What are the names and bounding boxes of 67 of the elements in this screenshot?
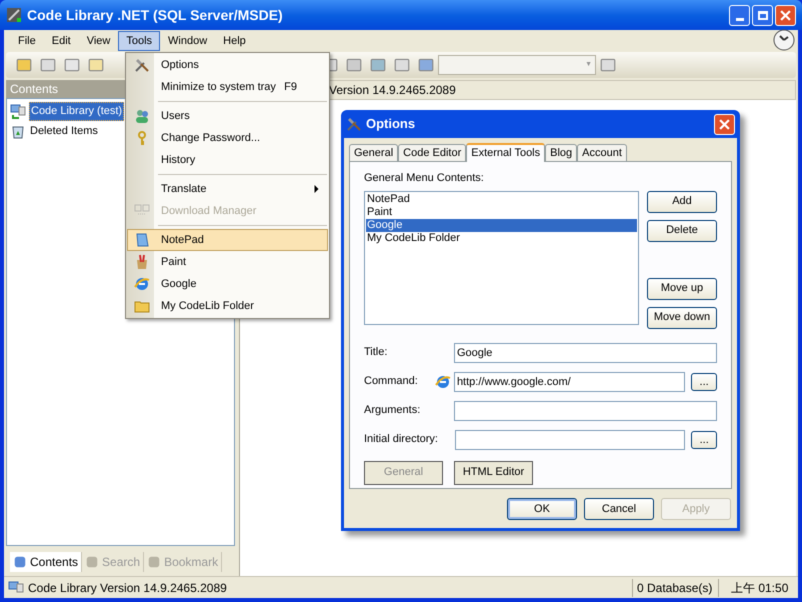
menu-item[interactable]: Edit	[44, 31, 79, 51]
submenu-arrow-icon	[314, 185, 319, 193]
close-icon	[780, 10, 791, 20]
tab-icon	[147, 555, 162, 569]
text-field[interactable]	[454, 400, 717, 420]
list-label: General Menu Contents:	[364, 171, 485, 186]
close-button[interactable]	[775, 4, 796, 26]
list-action-button[interactable]: Move down	[647, 306, 717, 328]
list-action-button[interactable]: Delete	[647, 220, 717, 242]
menu-item[interactable]: Window	[160, 31, 216, 51]
menu-item[interactable]: View	[78, 31, 118, 51]
browse-button[interactable]: ...	[691, 430, 718, 448]
field-label: Initial directory:	[364, 433, 438, 446]
dialog-tab[interactable]: Code Editor	[398, 144, 466, 161]
menu-item[interactable]: Tools	[118, 31, 160, 51]
editor-button[interactable]: HTML Editor	[454, 460, 533, 484]
paint-icon	[134, 254, 150, 270]
menu-entry[interactable]: My CodeLib Folder	[127, 295, 328, 317]
text-field[interactable]: Google	[454, 342, 717, 362]
dialog-title: Options	[366, 115, 416, 134]
menu-entry[interactable]: Options	[127, 54, 328, 76]
tree-item[interactable]: Code Library (test)	[29, 102, 124, 120]
browser-icon	[434, 374, 451, 390]
menu-entry[interactable]: Users	[127, 105, 328, 127]
status-time: 上午 01:50	[731, 580, 788, 594]
tab-icon	[85, 555, 100, 569]
notepad-icon	[134, 232, 150, 248]
menu-entry[interactable]: Paint	[127, 251, 328, 273]
browser-icon	[134, 276, 150, 292]
browse-button[interactable]: ...	[691, 372, 717, 390]
panel-tab[interactable]: Contents	[10, 552, 82, 572]
dialog-tab[interactable]: External Tools	[466, 143, 546, 162]
users-icon	[134, 108, 150, 124]
menu-entry[interactable]: Google	[127, 273, 328, 295]
menu-entry[interactable]: Change Password...	[127, 127, 328, 149]
text-field[interactable]: http://www.google.com/	[454, 372, 686, 392]
list-action-button[interactable]: Add	[647, 190, 717, 212]
field-label: Arguments:	[364, 404, 420, 416]
menu-item[interactable]: File	[10, 31, 44, 51]
status-text: Code Library Version 14.9.2465.2089	[28, 580, 228, 596]
window-title: Code Library .NET (SQL Server/MSDE)	[27, 6, 284, 25]
menu-entry[interactable]: Translate	[127, 178, 328, 200]
close-button[interactable]	[714, 114, 735, 134]
clock-icon	[772, 28, 796, 52]
dialog-tab[interactable]: Blog	[545, 144, 578, 161]
field-label: Title:	[364, 346, 388, 358]
dialog-button[interactable]: Cancel	[584, 498, 654, 520]
field-label: Command:	[364, 375, 418, 388]
list-item[interactable]: NotePad	[366, 192, 637, 206]
list-item[interactable]: Google	[366, 218, 637, 232]
close-icon	[719, 118, 730, 130]
menu-entry[interactable]: History	[127, 149, 328, 171]
tab-icon	[13, 555, 27, 569]
list-item[interactable]: My CodeLib Folder	[366, 232, 637, 244]
dialog-button[interactable]: OK	[507, 498, 577, 520]
maximize-button[interactable]	[752, 4, 773, 26]
database-count: 0 Database(s)	[637, 580, 712, 594]
text-field[interactable]	[454, 430, 686, 450]
app-icon	[6, 7, 22, 23]
dialog-tab[interactable]: General	[349, 144, 398, 161]
list-action-button[interactable]: Move up	[647, 278, 717, 300]
list-item[interactable]: Paint	[366, 206, 637, 218]
minimize-button[interactable]	[729, 4, 750, 26]
menu-entry[interactable]: NotePad	[127, 229, 328, 251]
dialog-tab[interactable]: Account	[577, 144, 627, 161]
menu-item[interactable]: Help	[215, 31, 254, 51]
tree-item[interactable]: Deleted Items	[29, 122, 99, 139]
